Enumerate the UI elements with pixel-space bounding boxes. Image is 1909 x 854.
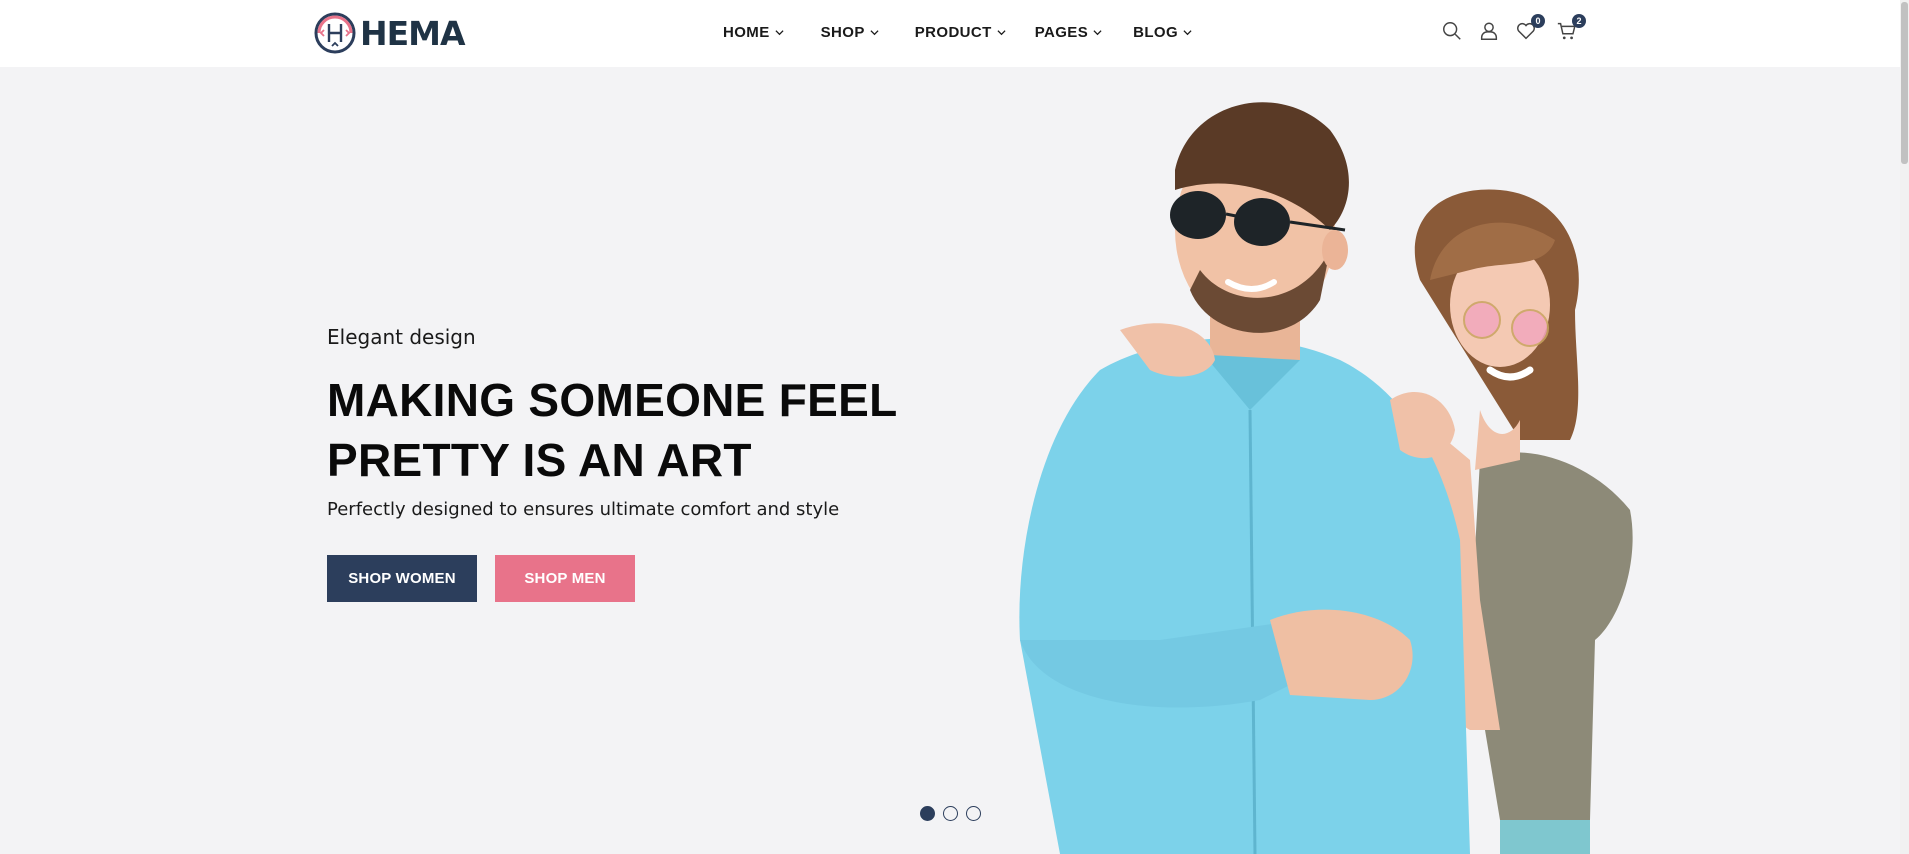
chevron-down-icon [1093, 29, 1102, 35]
cart-button[interactable]: 2 [1555, 14, 1586, 44]
account-button[interactable] [1477, 18, 1501, 44]
nav-item-pages[interactable]: PAGES [1035, 20, 1102, 44]
slider-dot-3[interactable] [966, 806, 981, 821]
chevron-down-icon [870, 29, 879, 35]
slider-dot-1[interactable] [920, 806, 935, 821]
nav-item-label: SHOP [820, 23, 865, 41]
nav-item-label: HOME [723, 23, 770, 41]
page-scrollbar[interactable] [1900, 0, 1909, 854]
chevron-down-icon [1183, 29, 1192, 35]
search-icon [1443, 22, 1461, 40]
hero-headline-line-2: PRETTY IS AN ART [327, 434, 752, 486]
main-nav: HOME SHOP PRODUCT PAGES BLOG [723, 20, 1192, 44]
nav-item-product[interactable]: PRODUCT [915, 20, 1006, 44]
user-icon [1480, 22, 1498, 40]
wishlist-count-badge: 0 [1531, 14, 1545, 28]
nav-item-label: BLOG [1133, 23, 1179, 41]
hero-headline-line-1: MAKING SOMEONE FEEL [327, 374, 898, 426]
site-logo[interactable]: HEMA [314, 12, 466, 54]
chevron-down-icon [775, 29, 784, 35]
logo-text: HEMA [360, 13, 466, 53]
hero-headline: MAKING SOMEONE FEEL PRETTY IS AN ART [327, 370, 947, 490]
hero-eyebrow: Elegant design [327, 325, 476, 349]
nav-item-label: PAGES [1034, 23, 1089, 41]
slider-dot-2[interactable] [943, 806, 958, 821]
scrollbar-thumb[interactable] [1901, 2, 1908, 164]
wishlist-button[interactable]: 0 [1514, 14, 1545, 44]
hero-couple-image [1019, 102, 1633, 854]
nav-item-shop[interactable]: SHOP [821, 20, 879, 44]
header-actions: 0 2 [1440, 14, 1586, 44]
slider-pagination [920, 806, 981, 821]
nav-item-home[interactable]: HOME [723, 20, 784, 44]
shop-men-button[interactable]: SHOP MEN [495, 555, 635, 602]
shop-women-button[interactable]: SHOP WOMEN [327, 555, 477, 602]
hero-subline: Perfectly designed to ensures ultimate c… [327, 499, 840, 520]
nav-item-blog[interactable]: BLOG [1133, 20, 1192, 44]
logo-mark-icon [314, 12, 356, 54]
chevron-down-icon [997, 29, 1006, 35]
search-button[interactable] [1440, 18, 1464, 44]
cart-count-badge: 2 [1572, 14, 1586, 28]
site-header: HEMA HOME SHOP PRODUCT PAGES BLOG 0 2 [0, 0, 1909, 67]
nav-item-label: PRODUCT [914, 23, 992, 41]
